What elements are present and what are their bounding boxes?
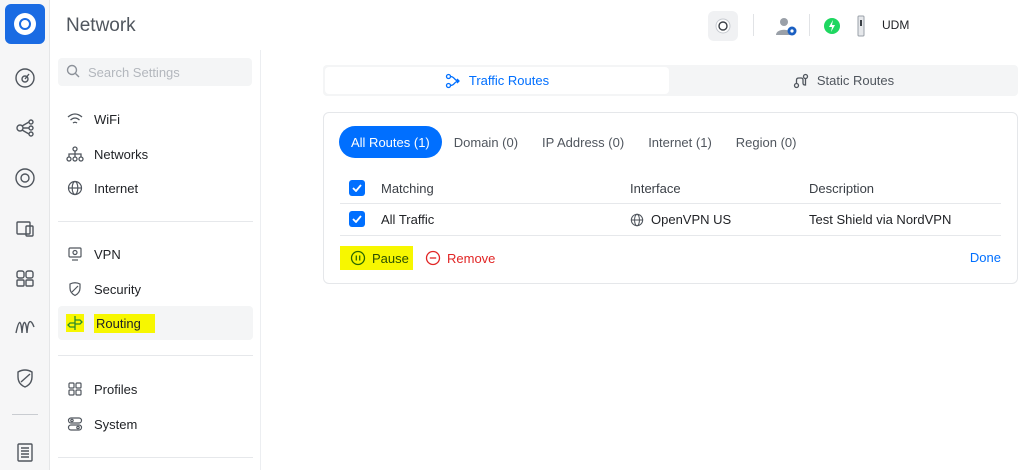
- filter-domain[interactable]: Domain (0): [442, 126, 530, 158]
- settings-sidebar: WiFi Networks Internet VPN Security Rout…: [50, 50, 261, 470]
- header-divider: [753, 14, 754, 36]
- header-divider: [809, 14, 810, 36]
- client-devices-icon[interactable]: [10, 213, 40, 243]
- rail-divider: [12, 414, 38, 415]
- cell-description: Test Shield via NordVPN: [809, 212, 952, 227]
- column-header-matching[interactable]: Matching: [381, 181, 434, 196]
- sidebar-item-wifi[interactable]: WiFi: [58, 102, 253, 136]
- sidebar-item-label: System: [94, 416, 138, 432]
- routing-icon: [66, 314, 84, 332]
- sidebar-item-label: WiFi: [94, 111, 120, 127]
- ports-icon[interactable]: [10, 263, 40, 293]
- udm-device-icon[interactable]: [848, 11, 874, 41]
- tab-traffic-routes[interactable]: Traffic Routes: [325, 67, 669, 94]
- sidebar-item-security[interactable]: Security: [58, 272, 253, 306]
- sidebar-item-networks[interactable]: Networks: [58, 137, 253, 171]
- sidebar-divider: [58, 221, 253, 222]
- cell-interface: OpenVPN US: [630, 212, 731, 227]
- profiles-icon: [66, 380, 84, 398]
- console-icon[interactable]: [708, 11, 738, 41]
- sidebar-item-label: Networks: [94, 146, 149, 162]
- sidebar-item-internet[interactable]: Internet: [58, 171, 253, 205]
- table-divider: [340, 203, 1001, 204]
- search-settings[interactable]: [58, 58, 252, 86]
- sidebar-item-profiles[interactable]: Profiles: [58, 372, 253, 406]
- search-icon: [66, 64, 80, 81]
- sidebar-divider: [58, 355, 253, 356]
- tab-label: Static Routes: [816, 73, 895, 88]
- vpn-icon: [66, 245, 84, 263]
- pause-label: Pause: [372, 250, 409, 266]
- done-button[interactable]: Done: [970, 250, 1001, 265]
- dashboard-icon[interactable]: [10, 63, 40, 93]
- globe-icon: [630, 213, 644, 227]
- checkmark-icon: [352, 184, 362, 192]
- filter-internet[interactable]: Internet (1): [636, 126, 724, 158]
- sidebar-divider: [58, 457, 253, 458]
- networks-icon: [66, 145, 84, 163]
- icon-rail: [0, 0, 50, 470]
- cell-matching: All Traffic: [381, 212, 435, 227]
- admin-settings-icon[interactable]: [771, 11, 801, 41]
- row-checkbox[interactable]: [349, 211, 365, 227]
- wifi-icon: [66, 110, 84, 128]
- shield-icon: [66, 280, 84, 298]
- globe-icon: [66, 179, 84, 197]
- filter-all-routes[interactable]: All Routes (1): [339, 126, 442, 158]
- device-name[interactable]: UDM: [882, 18, 909, 32]
- static-routes-icon: [793, 73, 809, 89]
- pause-button[interactable]: Pause: [340, 246, 413, 270]
- remove-label: Remove: [447, 250, 496, 266]
- table-divider: [340, 235, 1001, 236]
- sidebar-item-system[interactable]: System: [58, 407, 253, 441]
- sidebar-item-label: VPN: [94, 246, 121, 262]
- sidebar-item-label: Profiles: [94, 381, 138, 397]
- remove-button[interactable]: Remove: [425, 246, 495, 270]
- tab-static-routes[interactable]: Static Routes: [671, 67, 1016, 94]
- route-type-tabs: Traffic Routes Static Routes: [323, 65, 1018, 96]
- filter-region[interactable]: Region (0): [724, 126, 809, 158]
- interface-name: OpenVPN US: [651, 212, 732, 227]
- system-icon: [66, 415, 84, 433]
- devices-icon[interactable]: [10, 163, 40, 193]
- sidebar-item-vpn[interactable]: VPN: [58, 237, 253, 271]
- insights-icon[interactable]: [10, 313, 40, 343]
- remove-icon: [425, 250, 441, 266]
- traffic-routes-icon: [445, 73, 461, 89]
- search-input[interactable]: [88, 64, 238, 80]
- column-header-description[interactable]: Description: [809, 181, 874, 196]
- pause-icon: [350, 250, 366, 266]
- sidebar-item-label: Security: [94, 281, 141, 297]
- sidebar-item-label: Internet: [94, 180, 139, 196]
- sidebar-item-routing[interactable]: Routing: [58, 306, 253, 340]
- select-all-checkbox[interactable]: [349, 180, 365, 196]
- unifi-logo-icon[interactable]: [5, 4, 45, 44]
- topology-icon[interactable]: [10, 113, 40, 143]
- status-online-icon[interactable]: [817, 11, 847, 41]
- checkmark-icon: [352, 215, 362, 223]
- filter-ip-address[interactable]: IP Address (0): [530, 126, 636, 158]
- column-header-interface[interactable]: Interface: [630, 181, 681, 196]
- sidebar-item-label: Routing: [94, 313, 155, 333]
- tab-label: Traffic Routes: [468, 73, 550, 88]
- logs-icon[interactable]: [10, 437, 40, 467]
- protect-icon[interactable]: [10, 363, 40, 393]
- traffic-routes-card: All Routes (1) Domain (0) IP Address (0)…: [323, 112, 1018, 284]
- route-filter-bar: All Routes (1) Domain (0) IP Address (0)…: [339, 126, 809, 158]
- app-title: Network: [66, 15, 136, 36]
